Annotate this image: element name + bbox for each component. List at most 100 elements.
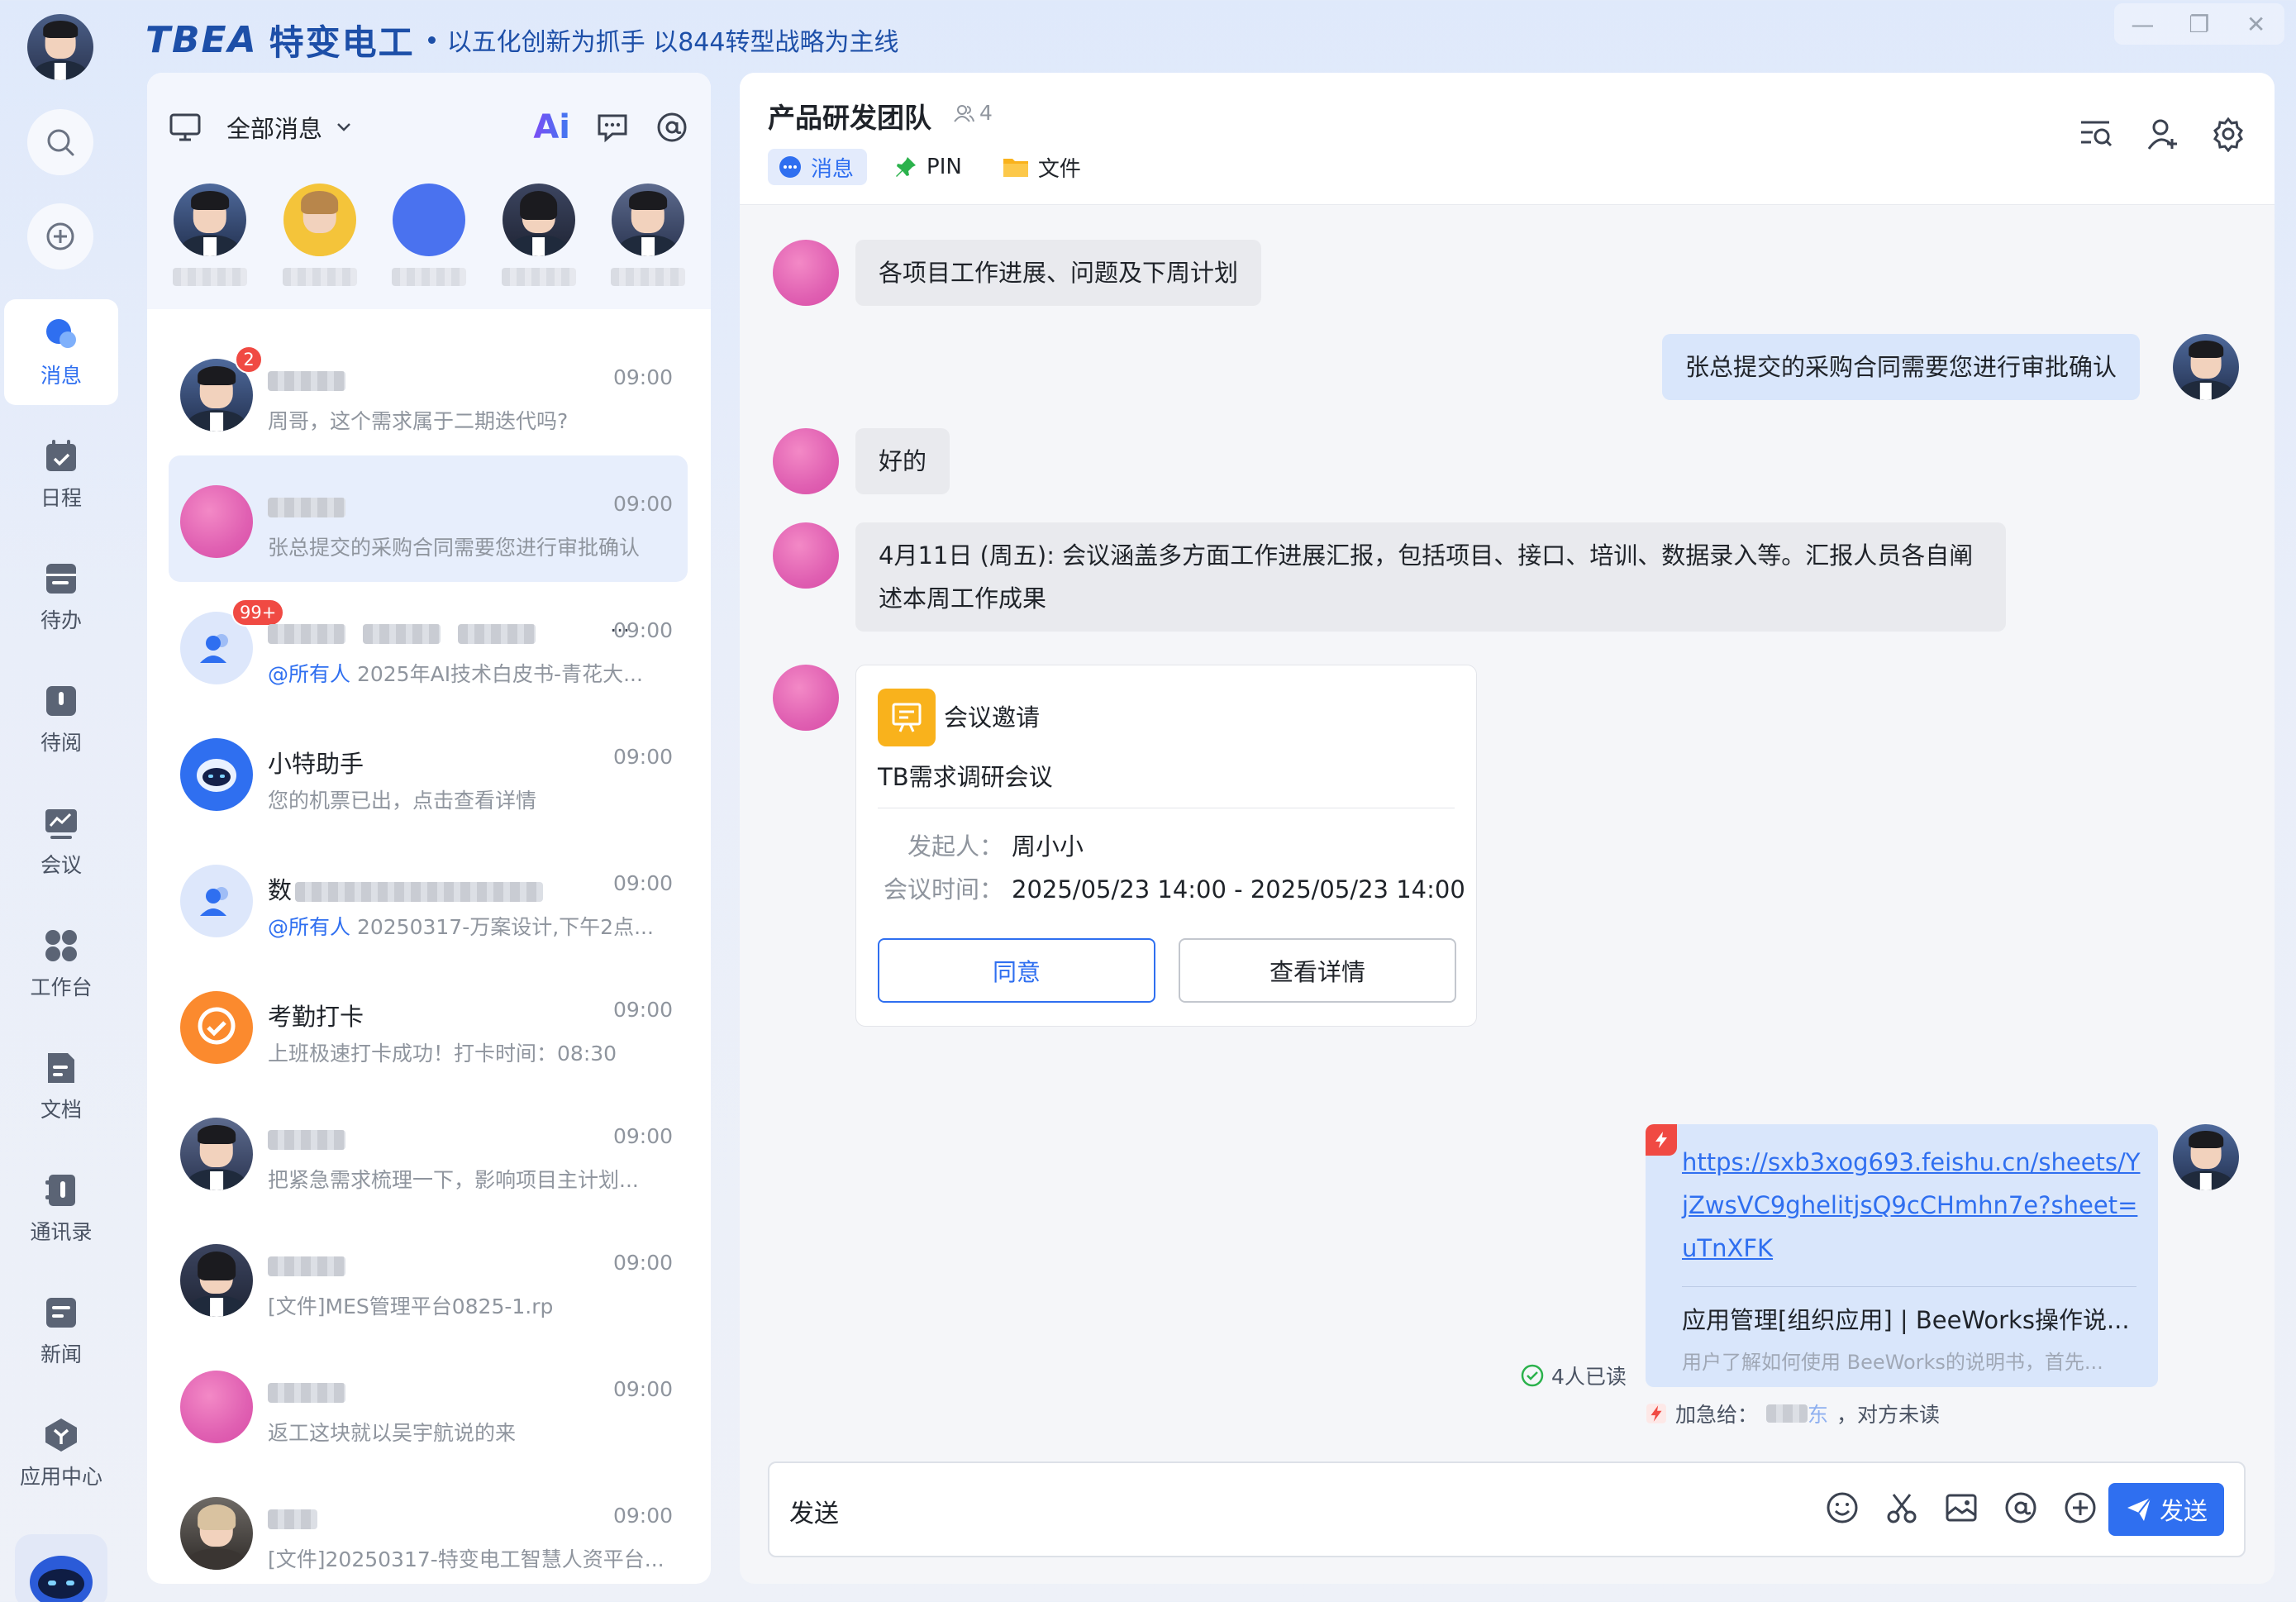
minimize-button[interactable]: — xyxy=(2126,7,2159,41)
conversation-item[interactable]: 小特助手 09:00 您的机票已出，点击查看详情 xyxy=(169,708,688,835)
add-circle-icon[interactable] xyxy=(2062,1490,2098,1526)
search-history-icon[interactable] xyxy=(2078,116,2114,152)
conversation-name: 数 xyxy=(268,871,544,906)
conversation-time: 09:00 xyxy=(612,871,673,895)
mention-icon[interactable] xyxy=(2003,1490,2039,1526)
favorite-contact[interactable] xyxy=(172,184,248,286)
conversation-item[interactable]: 09:00 返工这块就以吴宇航说的来 xyxy=(169,1341,688,1467)
read-receipt[interactable]: 4人已读 xyxy=(1520,1361,1627,1390)
conversation-list: 2 09:00 周哥，这个需求属于二期迭代吗? 09:00 张总提交的采购合同需… xyxy=(147,329,711,1584)
chat-title: 产品研发团队 xyxy=(768,102,931,134)
rail-label: 文档 xyxy=(40,1098,82,1122)
tab-files[interactable]: 文件 xyxy=(992,149,1094,185)
rail-item-news[interactable]: 新闻 xyxy=(4,1278,118,1384)
conversation-preview: 周哥，这个需求属于二期迭代吗? xyxy=(268,409,569,433)
conversation-item[interactable]: 09:00 [文件]MES管理平台0825-1.rp xyxy=(169,1214,688,1341)
rail-item-calendar[interactable]: 日程 xyxy=(4,422,118,527)
todo-icon xyxy=(46,564,76,594)
avatar xyxy=(180,1371,253,1443)
meeting-organizer-row: 发起人： 周小小 xyxy=(907,832,1084,861)
conversation-item[interactable]: 数 09:00 @所有人 20250317-万案设计,下午2点... xyxy=(169,835,688,961)
card-type-label: 会议邀请 xyxy=(944,703,1041,732)
rail-item-todo[interactable]: 待办 xyxy=(4,544,118,650)
avatar xyxy=(393,184,465,256)
tab-pin[interactable]: PIN xyxy=(884,149,975,185)
add-member-icon[interactable] xyxy=(2144,116,2180,152)
meeting-title: TB需求调研会议 xyxy=(878,763,1053,791)
monitor-icon[interactable] xyxy=(169,111,202,144)
message-input[interactable] xyxy=(789,1488,1698,1534)
rail-item-app-center[interactable]: 应用中心 xyxy=(4,1400,118,1506)
conversation-item[interactable]: 99+ ··· 09:00 @所有人 2025年AI技术白皮书-青花大... xyxy=(169,582,688,708)
user-avatar[interactable] xyxy=(27,14,93,80)
favorite-contact[interactable] xyxy=(610,184,686,286)
link-url[interactable]: https://sxb3xog693.feishu.cn/sheets/YjZw… xyxy=(1682,1141,2145,1270)
avatar xyxy=(612,184,684,256)
robot-icon xyxy=(197,759,236,792)
scissors-icon[interactable] xyxy=(1884,1490,1920,1526)
conversation-name-blurred xyxy=(268,365,345,393)
member-count[interactable]: 4 xyxy=(953,101,993,125)
accept-button[interactable]: 同意 xyxy=(878,938,1155,1003)
composer-tools xyxy=(1824,1490,2098,1526)
view-details-button[interactable]: 查看详情 xyxy=(1179,938,1456,1003)
conversation-time: 09:00 xyxy=(612,745,673,769)
conversation-preview: 上班极速打卡成功！打卡时间：08:30 xyxy=(268,1042,617,1066)
avatar xyxy=(180,1497,253,1570)
rail-item-document[interactable]: 文档 xyxy=(4,1033,118,1139)
conversation-panel: 全部消息 Ai 2 09:00 周哥，这个需求属于二期迭代吗? 09:00 张总… xyxy=(147,73,711,1584)
chat-group-icon[interactable] xyxy=(595,110,630,145)
urgent-flag xyxy=(1646,1124,1677,1156)
link-preview-card[interactable]: https://sxb3xog693.feishu.cn/sheets/YjZw… xyxy=(1646,1124,2158,1387)
rail-item-messages[interactable]: 消息 xyxy=(4,299,118,405)
add-circle-icon xyxy=(46,222,74,250)
avatar xyxy=(773,522,839,589)
tab-messages[interactable]: 消息 xyxy=(768,149,868,185)
chat-header-actions xyxy=(2078,116,2246,152)
rail-label: 待阅 xyxy=(40,731,82,755)
calendar-icon xyxy=(46,440,76,471)
conversation-item[interactable]: 09:00 [文件]20250317-特变电工智慧人资平台... xyxy=(169,1467,688,1584)
rail-label: 消息 xyxy=(40,364,82,388)
gear-icon[interactable] xyxy=(2210,116,2246,152)
search-button[interactable] xyxy=(27,109,93,175)
chevron-down-icon[interactable] xyxy=(334,117,354,137)
folder-icon xyxy=(1003,159,1028,177)
conversation-item[interactable]: 考勤打卡 09:00 上班极速打卡成功！打卡时间：08:30 xyxy=(169,961,688,1088)
conversation-item[interactable]: 09:00 把紧急需求梳理一下，影响项目主计划... xyxy=(169,1088,688,1214)
chat-tabs: 消息 PIN 文件 xyxy=(768,149,1094,185)
conversation-time: 09:00 xyxy=(612,492,673,516)
attendance-icon xyxy=(198,1007,236,1045)
link-description: 用户了解如何使用 BeeWorks的说明书，首先... xyxy=(1682,1351,2103,1374)
avatar xyxy=(283,184,356,256)
close-button[interactable]: ✕ xyxy=(2240,7,2273,41)
conversation-preview: [文件]MES管理平台0825-1.rp xyxy=(268,1294,554,1318)
mention-icon[interactable] xyxy=(655,110,689,145)
rail-label: 通讯录 xyxy=(30,1220,93,1244)
assistant-robot-button[interactable] xyxy=(15,1534,107,1602)
conversation-name: 考勤打卡 xyxy=(268,1003,364,1031)
rail-item-toread[interactable]: 待阅 xyxy=(4,666,118,772)
workbench-icon xyxy=(45,930,77,961)
message-composer: 发送 xyxy=(768,1461,2246,1557)
rail-item-meeting[interactable]: 会议 xyxy=(4,789,118,894)
message-filter-dropdown[interactable]: 全部消息 xyxy=(226,110,322,145)
restore-button[interactable]: ❐ xyxy=(2183,7,2216,41)
send-button[interactable]: 发送 xyxy=(2108,1483,2224,1536)
rail-item-contacts[interactable]: 通讯录 xyxy=(4,1156,118,1261)
search-icon xyxy=(47,129,74,156)
favorite-contact[interactable] xyxy=(501,184,577,286)
conversation-item[interactable]: 2 09:00 周哥，这个需求属于二期迭代吗? xyxy=(169,329,688,455)
avatar xyxy=(2173,1124,2239,1190)
member-icon xyxy=(954,104,974,122)
favorite-contact[interactable] xyxy=(282,184,358,286)
favorite-contact[interactable] xyxy=(391,184,467,286)
emoji-icon[interactable] xyxy=(1824,1490,1860,1526)
divider xyxy=(1682,1286,2136,1287)
meeting-card-icon xyxy=(878,689,936,746)
add-button[interactable] xyxy=(27,203,93,269)
ai-button[interactable]: Ai xyxy=(533,108,570,146)
conversation-item[interactable]: 09:00 张总提交的采购合同需要您进行审批确认 xyxy=(169,455,688,582)
image-icon[interactable] xyxy=(1943,1490,1979,1526)
rail-item-workbench[interactable]: 工作台 xyxy=(4,911,118,1017)
